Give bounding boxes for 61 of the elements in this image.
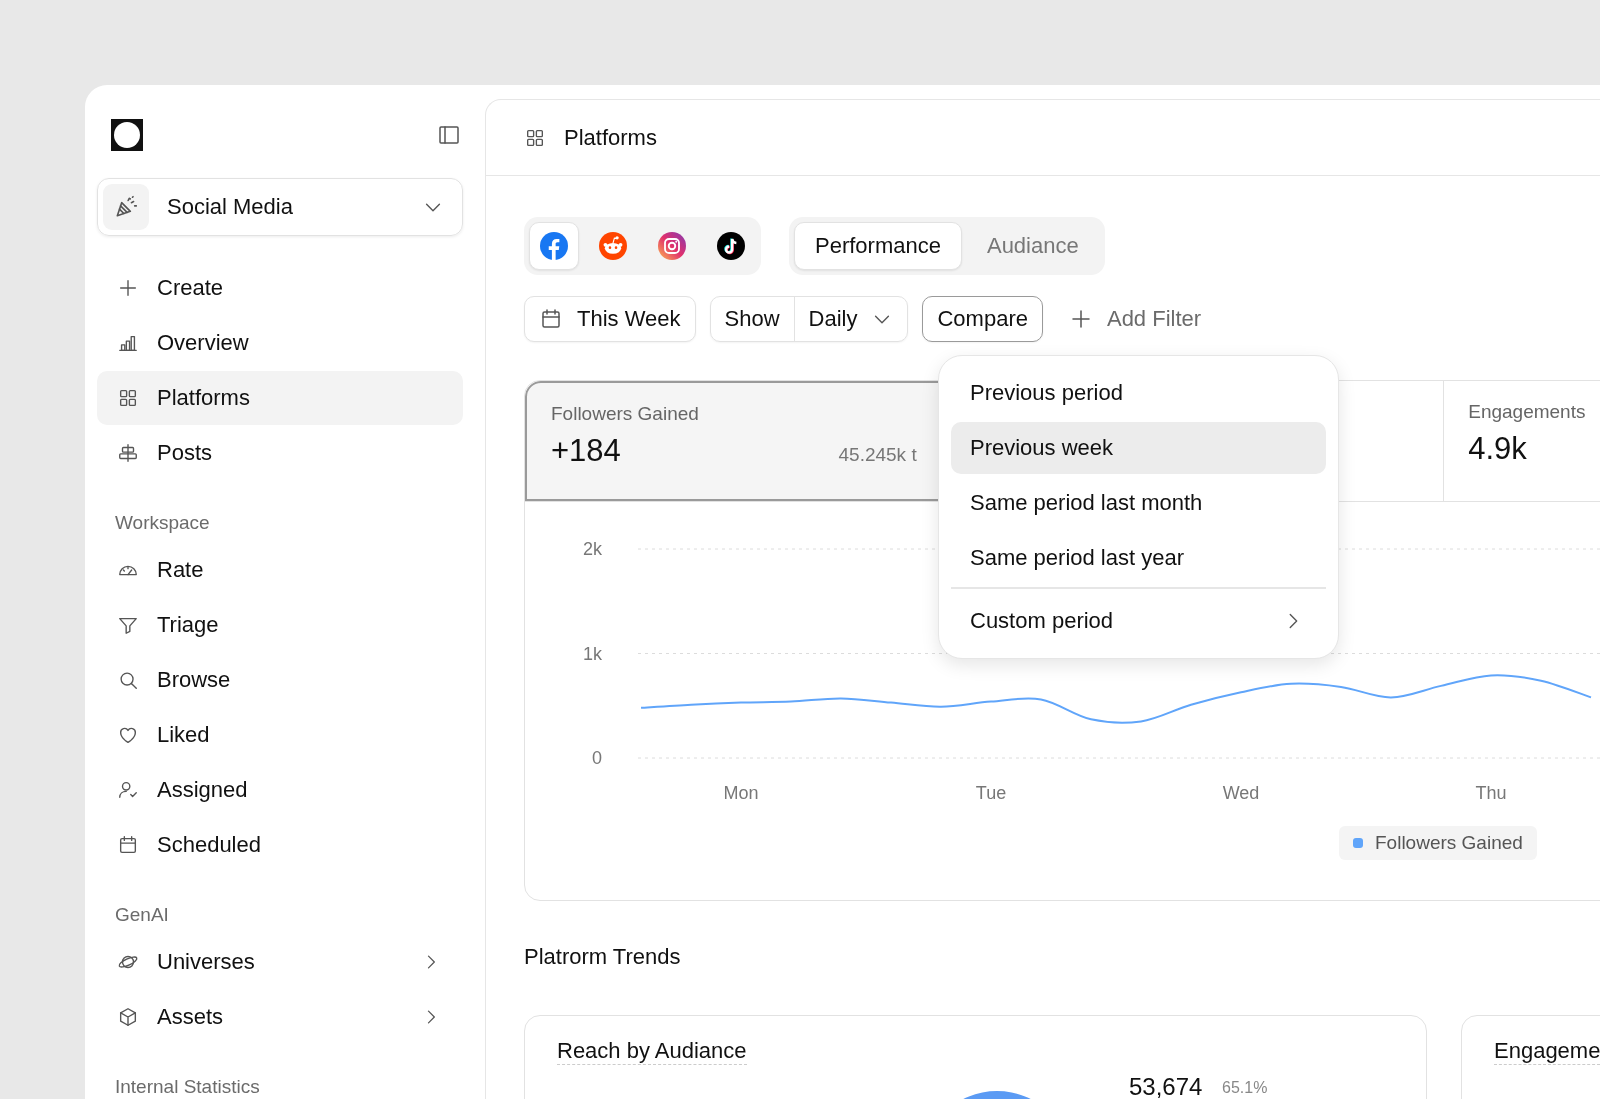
card-title: Engageme [1494,1038,1600,1065]
menu-item[interactable]: Same period last month [951,477,1326,529]
date-range-button[interactable]: This Week [524,296,696,342]
axis-label: Tue [975,783,1007,803]
align-center-icon [117,442,139,464]
view-tab[interactable]: Audiance [965,222,1100,270]
nav-item[interactable]: Assets [97,990,463,1044]
nav-item[interactable]: Platforms [97,371,463,425]
metric-value: 4.9k [1468,431,1527,467]
granularity-selector[interactable]: Show Daily [709,296,909,342]
metric-card[interactable]: Engagements 4.9k [1443,381,1600,501]
workspace-selector[interactable]: Social Media [97,178,463,236]
section-title: Platrorm Trends [524,943,682,971]
add-filter-button[interactable]: Add Filter [1056,306,1214,332]
reddit-icon [599,232,627,260]
compare-button[interactable]: Compare [922,296,1043,342]
reach-value: 53,674 [1129,1073,1203,1099]
nav-item[interactable]: Universes [97,935,463,989]
axis-label: 1k [583,643,602,664]
section-label: Workspace [114,511,211,535]
metric-label: Followers Gained [551,403,700,425]
nav-item[interactable]: Scheduled [97,818,463,872]
menu-item[interactable]: Same period last year [951,532,1326,584]
nav-item[interactable]: Create [97,261,463,315]
menu-item[interactable]: Previous week [951,422,1326,474]
instagram-icon [658,232,686,260]
axis-label: Mon [723,783,759,803]
axis-label: Wed [1222,783,1260,803]
logo-icon [111,119,143,151]
user-check-icon [117,779,139,801]
nav-item[interactable]: Triage [97,598,463,652]
metric-label: Engagements [1468,401,1587,423]
sidebar-toggle-icon [437,123,461,147]
platform-toggle[interactable] [529,222,579,270]
tiktok-icon [717,232,745,260]
nav-item[interactable]: Overview [97,316,463,370]
view-tab[interactable]: Performance [794,222,962,270]
card-title: Reach by Audiance [557,1038,747,1065]
axis-label: Thu [1475,783,1507,803]
page-title: Platforms [564,124,657,151]
nav-item[interactable]: Assigned [97,763,463,817]
facebook-icon [540,232,568,260]
reach-share: 65.1% [1222,1079,1268,1097]
calendar-icon [117,834,139,856]
nav-item[interactable]: Posts [97,426,463,480]
nav-item[interactable]: Browse [97,653,463,707]
axis-label: 0 [592,748,602,768]
metric-value: +184 [551,433,621,469]
calendar-icon [539,307,563,331]
axis-label: 2k [583,539,602,559]
metric-note: 45.245k t [838,444,917,466]
section-label: Internal Statistics [114,1075,261,1099]
grid-icon [117,387,139,409]
plus-icon [117,277,139,299]
nav-item[interactable]: Liked [97,708,463,762]
legend-label: Followers Gained [1375,832,1523,854]
menu-item[interactable]: Custom period [951,595,1326,647]
nav-item[interactable]: Rate [97,543,463,597]
cube-icon [117,1006,139,1028]
menu-item[interactable]: Previous period [951,367,1326,419]
section-label: GenAI [114,903,170,927]
